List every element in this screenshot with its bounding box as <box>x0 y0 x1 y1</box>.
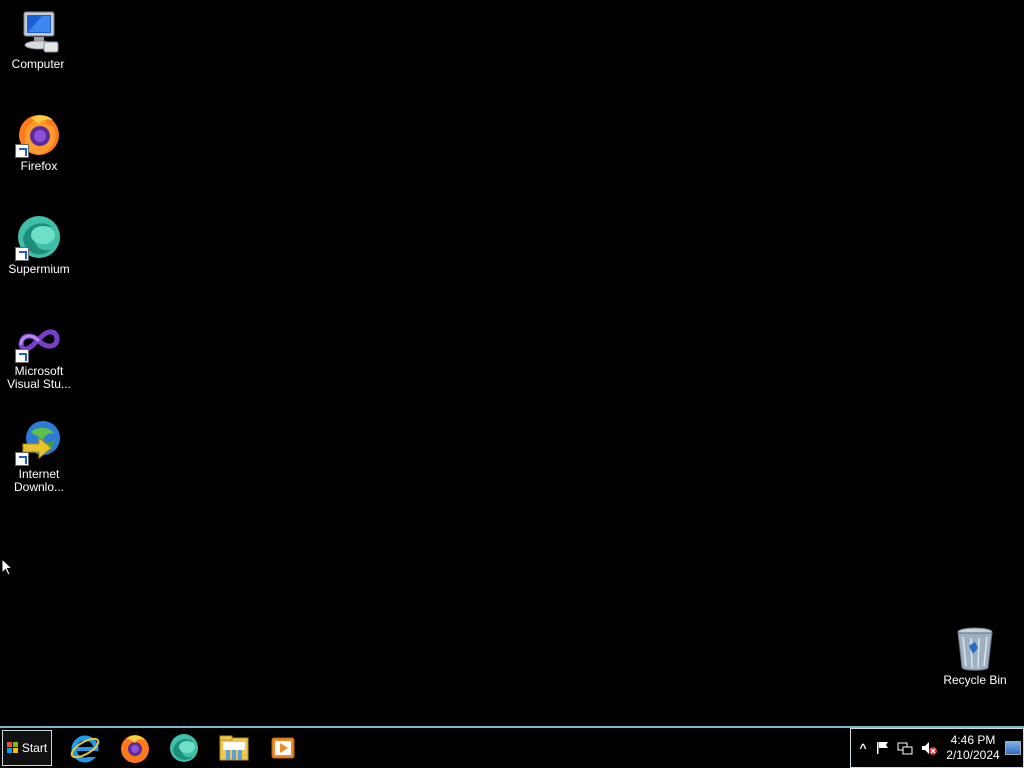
taskbar-pin-supermium[interactable] <box>166 732 202 764</box>
visual-studio-icon <box>15 325 63 363</box>
desktop-icon-supermium[interactable]: Supermium <box>1 213 77 276</box>
taskbar-pin-firefox[interactable] <box>117 732 153 764</box>
taskbar-pin-file-explorer[interactable] <box>216 732 252 764</box>
desktop-icon-internet-download-manager[interactable]: Internet Downlo... <box>1 418 77 494</box>
system-tray: ^ 4:46 PM 2/10/2024 <box>850 728 1024 768</box>
supermium-icon <box>15 213 63 261</box>
desktop-icon-label: Supermium <box>8 262 70 276</box>
computer-icon <box>14 8 62 56</box>
firefox-icon <box>121 735 149 763</box>
shortcut-arrow-icon <box>15 144 29 158</box>
clock[interactable]: 4:46 PM 2/10/2024 <box>943 733 1003 763</box>
action-center-flag-icon[interactable] <box>875 740 891 756</box>
recycle-bin-icon <box>951 624 999 672</box>
desktop-icon-firefox[interactable]: Firefox <box>1 110 77 173</box>
clock-time: 4:46 PM <box>950 733 996 747</box>
windows-logo-icon <box>6 742 19 754</box>
taskbar-pin-media-player[interactable] <box>265 732 301 764</box>
shortcut-arrow-icon <box>15 247 29 261</box>
clock-date: 2/10/2024 <box>946 748 1000 762</box>
show-hidden-icons-button[interactable]: ^ <box>855 740 871 756</box>
desktop: Computer Firefox Supermium Microsoft Vis… <box>0 0 1024 726</box>
desktop-icon-label: Internet Downlo... <box>13 467 65 494</box>
media-player-icon <box>271 737 295 759</box>
shortcut-arrow-icon <box>15 349 29 363</box>
desktop-icon-label: Microsoft Visual Stu... <box>7 364 71 391</box>
desktop-icon-computer[interactable]: Computer <box>0 8 76 71</box>
volume-muted-icon[interactable] <box>921 740 937 756</box>
desktop-icon-recycle-bin[interactable]: Recycle Bin <box>937 624 1013 687</box>
shortcut-arrow-icon <box>15 452 29 466</box>
firefox-icon <box>15 110 63 158</box>
internet-explorer-icon <box>70 735 100 763</box>
desktop-icon-label: Recycle Bin <box>943 673 1007 687</box>
network-icon[interactable] <box>897 740 913 756</box>
internet-download-manager-icon <box>15 418 63 466</box>
desktop-icon-visual-studio[interactable]: Microsoft Visual Stu... <box>1 325 77 391</box>
mouse-cursor-icon <box>1 558 13 576</box>
start-button[interactable]: Start <box>2 730 52 766</box>
start-label: Start <box>21 741 48 755</box>
show-desktop-button[interactable] <box>1005 741 1021 755</box>
file-explorer-icon <box>219 735 249 761</box>
desktop-icon-label: Computer <box>11 57 65 71</box>
taskbar: Start ^ 4:46 PM 2/10/2024 <box>0 726 1024 768</box>
desktop-icon-label: Firefox <box>20 159 58 173</box>
taskbar-pin-internet-explorer[interactable] <box>67 732 103 764</box>
supermium-icon <box>170 734 198 762</box>
